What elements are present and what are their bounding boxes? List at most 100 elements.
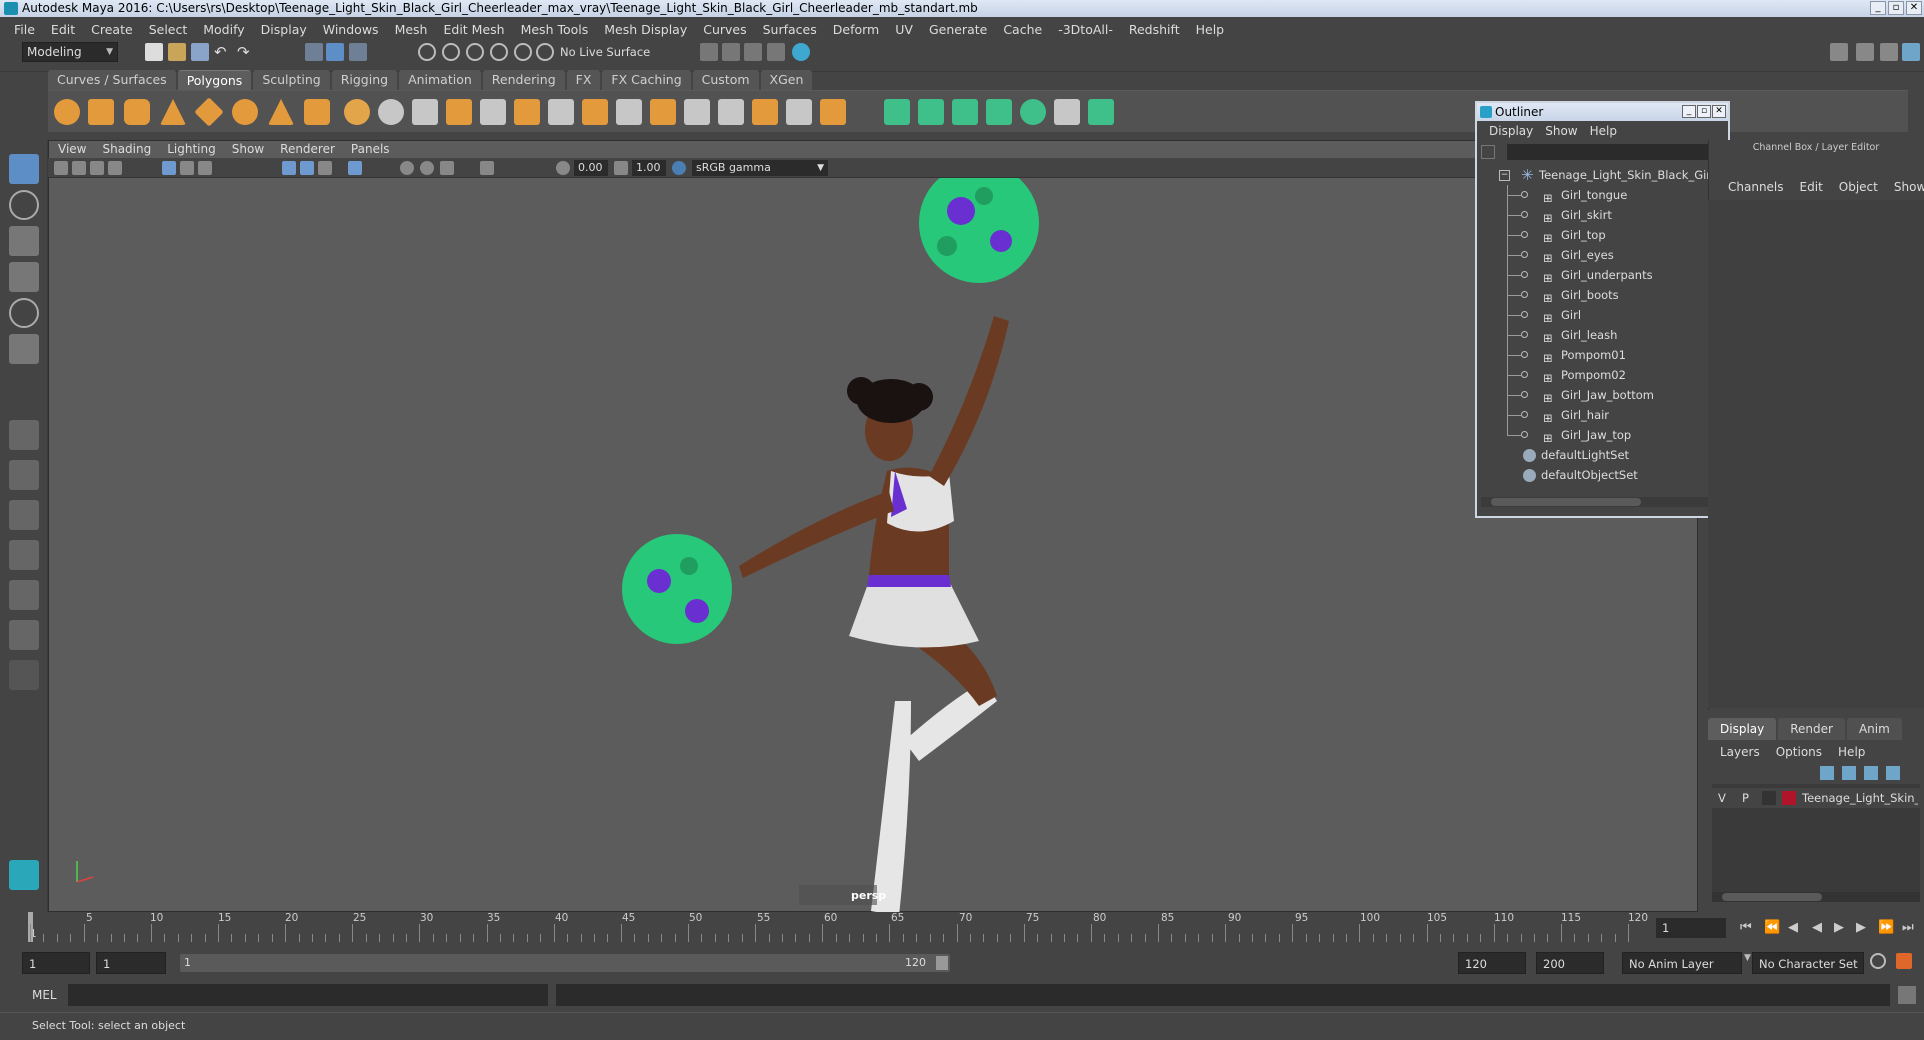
- collapse-icon[interactable]: −: [1499, 170, 1510, 181]
- uv-automatic-icon[interactable]: [986, 99, 1012, 125]
- save-scene-icon[interactable]: [191, 43, 209, 61]
- animation-start-field[interactable]: 1: [22, 952, 90, 974]
- gamma-icon[interactable]: [614, 161, 628, 175]
- layer-type-toggle[interactable]: [1762, 791, 1776, 805]
- bookmark-icon[interactable]: [90, 161, 104, 175]
- select-hierarchy-icon[interactable]: [305, 43, 323, 61]
- close-button[interactable]: ✕: [1906, 1, 1922, 15]
- move-layer-down-icon[interactable]: [1842, 766, 1856, 780]
- lasso-tool-icon[interactable]: [9, 190, 39, 220]
- shelf-tab-polygons[interactable]: Polygons: [177, 70, 252, 90]
- range-handle[interactable]: [936, 956, 948, 970]
- image-plane-icon[interactable]: [108, 161, 122, 175]
- poly-pipe-icon[interactable]: [304, 99, 330, 125]
- go-to-start-icon[interactable]: ⏮: [1740, 920, 1752, 935]
- exposure-icon[interactable]: [556, 161, 570, 175]
- uv-planar-icon[interactable]: [884, 99, 910, 125]
- outliner-item[interactable]: ⊞ Girl_hair: [1477, 405, 1715, 425]
- cb-menu-channels[interactable]: Channels: [1720, 180, 1792, 196]
- select-object-icon[interactable]: [326, 43, 344, 61]
- layer-scrollbar[interactable]: [1712, 892, 1920, 902]
- outliner-item[interactable]: ⊞ Girl_tongue: [1477, 185, 1715, 205]
- checker-icon[interactable]: [1054, 99, 1080, 125]
- shelf-tab-xgen[interactable]: XGen: [760, 70, 813, 90]
- vp-menu-view[interactable]: View: [50, 140, 94, 158]
- insert-edge-loop-icon[interactable]: [752, 99, 778, 125]
- scale-tool-icon[interactable]: [9, 334, 39, 364]
- menu-3dtoall[interactable]: -3DtoAll-: [1050, 22, 1121, 37]
- append-polygon-icon[interactable]: [650, 99, 676, 125]
- shelf-tab-fx-caching[interactable]: FX Caching: [602, 70, 691, 90]
- grid-icon[interactable]: [162, 161, 176, 175]
- camera-attributes-icon[interactable]: [72, 161, 86, 175]
- outliner-item[interactable]: ⊞ Girl_Jaw_top: [1477, 425, 1715, 445]
- lights-icon[interactable]: [348, 161, 362, 175]
- shelf-tab-rendering[interactable]: Rendering: [482, 70, 565, 90]
- menu-deform[interactable]: Deform: [825, 22, 887, 37]
- outliner-minimize-button[interactable]: _: [1682, 105, 1696, 118]
- layer-menu-layers[interactable]: Layers: [1712, 742, 1768, 762]
- persp-outliner-layout-icon[interactable]: [9, 580, 39, 610]
- vp-menu-lighting[interactable]: Lighting: [159, 140, 224, 158]
- outliner-item[interactable]: ⊞ Girl_Jaw_bottom: [1477, 385, 1715, 405]
- smooth-icon[interactable]: [446, 99, 472, 125]
- modeling-toolkit-icon[interactable]: [1830, 43, 1848, 61]
- poly-prism-icon[interactable]: [268, 99, 294, 125]
- rotate-tool-icon[interactable]: [9, 298, 39, 328]
- step-back-frame-icon[interactable]: ◀︎: [1788, 920, 1798, 935]
- color-management-icon[interactable]: [672, 161, 686, 175]
- vp-menu-show[interactable]: Show: [224, 140, 272, 158]
- menu-cache[interactable]: Cache: [995, 22, 1050, 37]
- make-live-icon[interactable]: [536, 43, 554, 61]
- layer-menu-help[interactable]: Help: [1830, 742, 1873, 762]
- combine-icon[interactable]: [344, 99, 370, 125]
- move-layer-up-icon[interactable]: [1820, 766, 1834, 780]
- layer-menu-options[interactable]: Options: [1768, 742, 1830, 762]
- outliner-item[interactable]: ⊞ Girl_underpants: [1477, 265, 1715, 285]
- cb-menu-edit[interactable]: Edit: [1792, 180, 1831, 196]
- film-gate-icon[interactable]: [180, 161, 194, 175]
- single-perspective-layout-icon[interactable]: [9, 420, 39, 450]
- colorspace-dropdown[interactable]: sRGB gamma ▼: [692, 160, 828, 176]
- cb-menu-object[interactable]: Object: [1831, 180, 1886, 196]
- four-view-layout-icon[interactable]: [9, 460, 39, 490]
- poly-cylinder-icon[interactable]: [124, 99, 150, 125]
- menu-redshift[interactable]: Redshift: [1121, 22, 1188, 37]
- persp-graph-layout-icon[interactable]: [9, 540, 39, 570]
- gamma-field[interactable]: 1.00: [632, 160, 666, 176]
- new-empty-layer-icon[interactable]: [1864, 766, 1878, 780]
- outliner-item[interactable]: ⊞ Girl_leash: [1477, 325, 1715, 345]
- outliner-menu-show[interactable]: Show: [1539, 124, 1583, 138]
- outliner-item[interactable]: ⊞ Pompom02: [1477, 365, 1715, 385]
- outliner-maximize-button[interactable]: ▫: [1697, 105, 1711, 118]
- minimize-button[interactable]: _: [1870, 1, 1886, 15]
- attribute-editor-icon[interactable]: [1856, 43, 1874, 61]
- maximize-button[interactable]: ▫: [1888, 1, 1904, 15]
- range-slider[interactable]: 1 120: [180, 954, 950, 972]
- redo-icon[interactable]: ↷: [237, 43, 255, 61]
- separate-icon[interactable]: [378, 99, 404, 125]
- isolate-select-icon[interactable]: [480, 161, 494, 175]
- menu-edit-mesh[interactable]: Edit Mesh: [435, 22, 512, 37]
- step-forward-key-icon[interactable]: ⏩: [1878, 920, 1894, 935]
- shelf-tab-sculpting[interactable]: Sculpting: [253, 70, 330, 90]
- menu-surfaces[interactable]: Surfaces: [755, 22, 825, 37]
- poly-sphere-icon[interactable]: [54, 99, 80, 125]
- bridge-icon[interactable]: [548, 99, 574, 125]
- uv-cylindrical-icon[interactable]: [918, 99, 944, 125]
- layer-color-swatch[interactable]: [1782, 791, 1796, 805]
- render-settings-icon[interactable]: [700, 43, 718, 61]
- layer-visibility-toggle[interactable]: V: [1718, 788, 1726, 808]
- outliner-root-item[interactable]: − ✳ Teenage_Light_Skin_Black_Girl_Cl: [1477, 165, 1715, 185]
- outliner-title-bar[interactable]: Outliner _ ▫ ✕: [1477, 103, 1728, 121]
- outliner-search-input[interactable]: [1507, 144, 1725, 160]
- outliner-set-item[interactable]: defaultLightSet: [1477, 445, 1715, 465]
- snap-view-plane-icon[interactable]: [514, 43, 532, 61]
- outliner-menu-help[interactable]: Help: [1584, 124, 1623, 138]
- character-set-dropdown[interactable]: No Character Set: [1752, 952, 1864, 974]
- move-tool-icon[interactable]: [9, 262, 39, 292]
- maya-home-icon[interactable]: [9, 860, 39, 890]
- multi-cut-icon[interactable]: [718, 99, 744, 125]
- uv-editor-icon[interactable]: [1020, 99, 1046, 125]
- layer-tab-anim[interactable]: Anim: [1846, 718, 1902, 740]
